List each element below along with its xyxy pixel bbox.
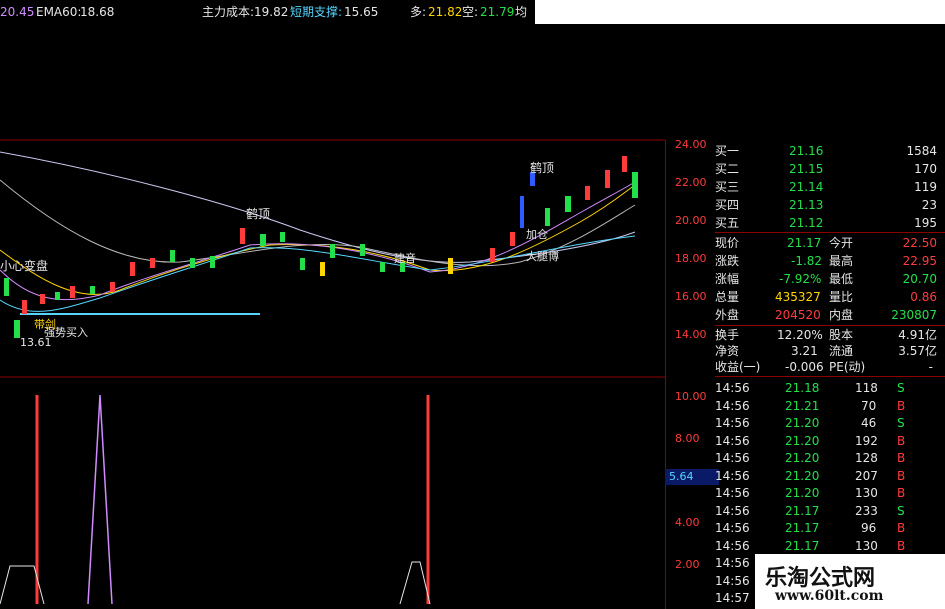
orderbook-row[interactable]: 买四 21.13 23 [715,196,945,214]
orderbook-row[interactable]: 买三 21.14 119 [715,178,945,196]
indicator-current-value: 5.64 [665,469,719,485]
kong-label: 空: [462,5,479,19]
fundamental-row: 收益(一) -0.006 PE(动) - [715,360,933,374]
blank-toolbar-area [535,0,945,24]
main-cost-value: 19.82 [254,5,289,19]
support-value: 15.65 [344,5,379,19]
quote-row: 涨幅 -7.92% 最低 20.70 [715,272,937,286]
trade-row: 14:56 21.20 46 S [715,416,905,430]
trade-row: 14:56 21.17 96 B [715,521,906,535]
quote-row: 总量 435327 量比 0.86 [715,290,937,304]
annotation-hold: 大腿博 [526,249,559,263]
indicator-tick: 4.00 [675,516,700,529]
price-axis: 24.00 22.00 20.00 18.00 16.00 14.00 10.0… [665,138,719,609]
trade-row: 14:56 21.20 207 B [715,468,906,483]
trade-row: 14:56 21.21 70 B [715,398,906,413]
orderbook-row[interactable]: 买二 21.15 170 [715,160,945,178]
annotation-top-2: 鹤顶 [530,160,554,175]
watermark-url: www.60lt.com [775,588,884,604]
trade-row: 14:56 21.17 130 B [715,538,906,553]
price-tick: 20.00 [675,214,707,227]
quote-row: 外盘 204520 内盘 230807 [715,308,937,322]
ema60-label: EMA60: [36,5,82,19]
annotation-xiaoxin: 小心变盘 [0,258,48,273]
price-tick: 24.00 [675,138,707,151]
annotation-top-1: 鹤顶 [246,206,270,221]
trade-row: 14:56 21.20 192 B [715,433,906,448]
indicator-header: 20.45 EMA60: 18.68 主力成本: 19.82 短期支撑: 15.… [0,0,535,24]
candles [4,156,638,338]
indicator-tick: 10.00 [675,390,707,403]
ema-partial-value: 20.45 [0,5,35,19]
ma-line-5 [0,235,636,312]
indicator-tick: 8.00 [675,432,700,445]
trade-row: 14:56 21.20 128 B [715,451,906,465]
annotation-buy: 强势买入 [44,326,88,339]
annotation-add: 加仓 [526,227,548,241]
trade-row: 14:56 21.18 118 S [715,381,905,395]
kong-value: 21.79 [480,5,515,19]
quote-row: 现价 21.17 今开 22.50 [715,236,937,250]
trade-row: 14:56 21.20 130 B [715,486,906,500]
main-cost-label: 主力成本: [202,5,255,19]
support-label: 短期支撑: [290,5,343,19]
extra-label: 均 [515,5,528,19]
duo-label: 多: [410,5,427,19]
orderbook-row[interactable]: 买五 21.12 195 [715,214,945,232]
price-tick: 14.00 [675,328,707,341]
ema60-value: 18.68 [80,5,115,19]
duo-value: 21.82 [428,5,463,19]
site-watermark: 乐淘公式网 www.60lt.com [755,554,945,609]
quote-row: 涨跌 -1.82 最高 22.95 [715,254,937,268]
price-tick: 22.00 [675,176,707,189]
quote-panel: 买一 21.16 1584 买二 21.15 170 买三 21.14 119 … [715,140,945,609]
orderbook-row[interactable]: 买一 21.16 1584 [715,142,945,160]
indicator-tick: 2.00 [675,558,700,571]
price-tick: 16.00 [675,290,707,303]
price-tick: 18.00 [675,252,707,265]
candlestick-chart[interactable]: 小心变盘 带剑 13.61 强势买入 鹤顶 鹤顶 加仓 大腿博 建音 [0,24,665,609]
trade-row: 14:56 21.17 233 S [715,503,905,518]
annotation-tuojin: 建音 [394,251,416,265]
